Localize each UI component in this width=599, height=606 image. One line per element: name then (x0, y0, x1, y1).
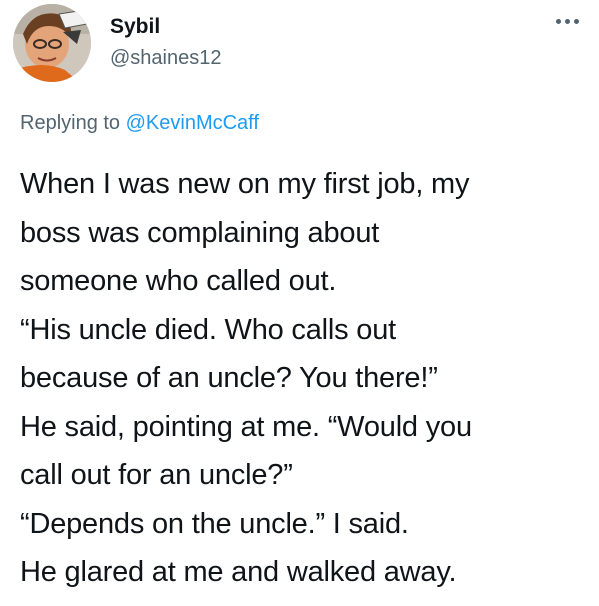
more-options-icon-dot (564, 18, 570, 24)
user-avatar-photo-icon (13, 4, 91, 82)
more-options-icon-dot (573, 18, 579, 24)
tweet-text-line: call out for an uncle?” (20, 459, 293, 491)
tweet-text-line: He glared at me and walked away. (20, 556, 457, 588)
more-options-button[interactable] (547, 10, 587, 32)
author-handle[interactable]: @shaines12 (110, 45, 221, 71)
tweet-text-line: “His uncle died. Who calls out (20, 313, 396, 346)
avatar[interactable] (13, 4, 91, 82)
replying-to-label: Replying to (20, 112, 121, 134)
tweet-text-line: boss was complaining about (20, 216, 380, 249)
tweet-text-line: “Depends on the uncle.” I said. (20, 507, 409, 540)
tweet-text-line: because of an uncle? You there!” (20, 362, 438, 394)
tweet-text: When I was new on my first job, my boss … (20, 160, 595, 597)
tweet-text-line: He said, pointing at me. “Would you (20, 410, 472, 443)
tweet-text-line: When I was new on my first job, my (20, 168, 470, 200)
replying-to-line: Replying to @KevinMcCaff (20, 110, 259, 136)
reply-mention-link[interactable]: @KevinMcCaff (126, 112, 259, 134)
author-display-name[interactable]: Sybil (110, 14, 160, 40)
more-options-icon (555, 18, 561, 24)
tweet-text-line: someone who called out. (20, 265, 337, 297)
